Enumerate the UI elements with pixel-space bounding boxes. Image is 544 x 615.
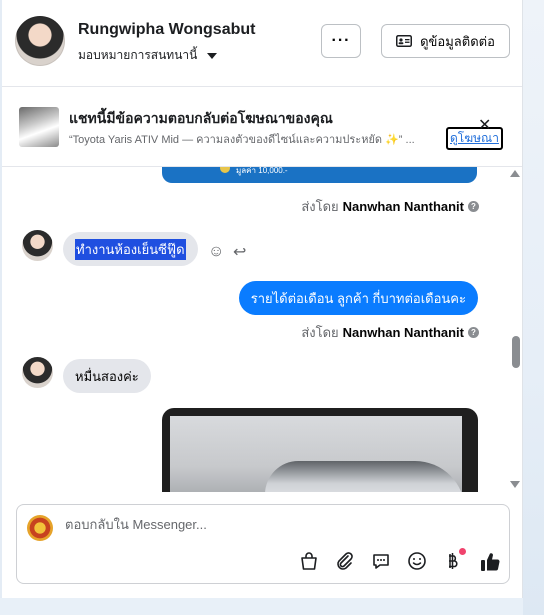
medal-icon xyxy=(220,167,230,173)
message-list[interactable]: มูลค่า 10,000.- ส่งโดย Nanwhan Nanthanit… xyxy=(2,167,522,492)
ad-reply-strip: แชทนี้มีข้อความตอบกลับต่อโฆษณาของคุณ “To… xyxy=(2,87,522,167)
contact-avatar-small[interactable] xyxy=(22,357,53,388)
info-icon[interactable]: ? xyxy=(468,201,479,212)
conversation-header: Rungwipha Wongsabut มอบหมายการสนทนานี้ ·… xyxy=(2,0,522,87)
shopping-bag-icon[interactable] xyxy=(299,551,319,571)
contact-avatar-small[interactable] xyxy=(22,230,53,261)
ad-strip-subtitle: “Toyota Yaris ATIV Mid — ความลงตัวของดีไ… xyxy=(69,134,415,146)
chat-bubble-icon[interactable] xyxy=(371,551,391,571)
emoji-icon[interactable]: ☺ xyxy=(208,243,224,261)
thumbs-up-icon[interactable] xyxy=(479,551,501,573)
notification-dot xyxy=(459,548,466,555)
image-attachment-partial[interactable]: มูลค่า 10,000.- xyxy=(162,167,477,183)
sent-by-label: ส่งโดย Nanwhan Nanthanit ? xyxy=(301,322,479,343)
view-contact-label: ดูข้อมูลติดต่อ xyxy=(420,33,495,49)
ad-strip-title: แชทนี้มีข้อความตอบกลับต่อโฆษณาของคุณ xyxy=(69,110,333,126)
more-icon: ··· xyxy=(331,32,351,49)
message-text: หมื่นสองค่ะ xyxy=(75,368,139,384)
chevron-down-icon xyxy=(207,52,218,59)
scrollbar-thumb[interactable] xyxy=(512,336,520,368)
sender-name: Nanwhan Nanthanit xyxy=(342,325,464,340)
paperclip-icon[interactable] xyxy=(335,551,355,571)
car-photo xyxy=(170,416,465,492)
close-icon[interactable]: ✕ xyxy=(478,115,491,135)
message-bubble-incoming[interactable]: ทำงานห้องเย็นซีฟู๊ด xyxy=(63,232,198,266)
sent-by-prefix: ส่งโดย xyxy=(301,325,339,340)
page-avatar xyxy=(27,515,53,541)
message-bubble-outgoing[interactable]: รายได้ต่อเดือน ลูกค้า กี่บาทต่อเดือนคะ xyxy=(238,281,478,315)
sent-by-prefix: ส่งโดย xyxy=(301,199,339,214)
reply-composer xyxy=(16,504,510,584)
scroll-down-arrow[interactable] xyxy=(510,481,520,488)
ad-thumbnail[interactable] xyxy=(19,107,59,147)
car-shape xyxy=(265,461,465,492)
sent-by-label: ส่งโดย Nanwhan Nanthanit ? xyxy=(301,196,479,217)
info-icon[interactable]: ? xyxy=(468,327,479,338)
view-contact-button[interactable]: ดูข้อมูลติดต่อ xyxy=(381,24,510,58)
background-strip-bottom xyxy=(0,598,523,615)
reply-input[interactable] xyxy=(65,517,485,532)
background-strip-right xyxy=(523,0,544,615)
more-options-button[interactable]: ··· xyxy=(321,24,361,58)
conversation-panel: Rungwipha Wongsabut มอบหมายการสนทนานี้ ·… xyxy=(2,0,523,598)
message-bubble-incoming[interactable]: หมื่นสองค่ะ xyxy=(63,359,151,393)
emoji-icon[interactable] xyxy=(407,551,427,571)
sender-name: Nanwhan Nanthanit xyxy=(342,199,464,214)
message-text: ทำงานห้องเย็นซีฟู๊ด xyxy=(75,238,186,260)
reply-icon[interactable]: ↩ xyxy=(233,242,246,262)
scroll-up-arrow[interactable] xyxy=(510,170,520,177)
contact-avatar[interactable] xyxy=(15,16,65,66)
contact-card-icon xyxy=(396,35,413,47)
contact-name[interactable]: Rungwipha Wongsabut xyxy=(78,21,255,39)
message-text: รายได้ต่อเดือน ลูกค้า กี่บาทต่อเดือนคะ xyxy=(250,290,466,306)
image-attachment-text: มูลค่า 10,000.- xyxy=(236,167,288,175)
assign-conversation-dropdown[interactable]: มอบหมายการสนทนานี้ xyxy=(78,46,218,65)
assign-label: มอบหมายการสนทนานี้ xyxy=(78,48,198,62)
view-ad-link[interactable]: ดูโฆษณา xyxy=(446,127,503,150)
image-attachment[interactable] xyxy=(162,408,478,492)
